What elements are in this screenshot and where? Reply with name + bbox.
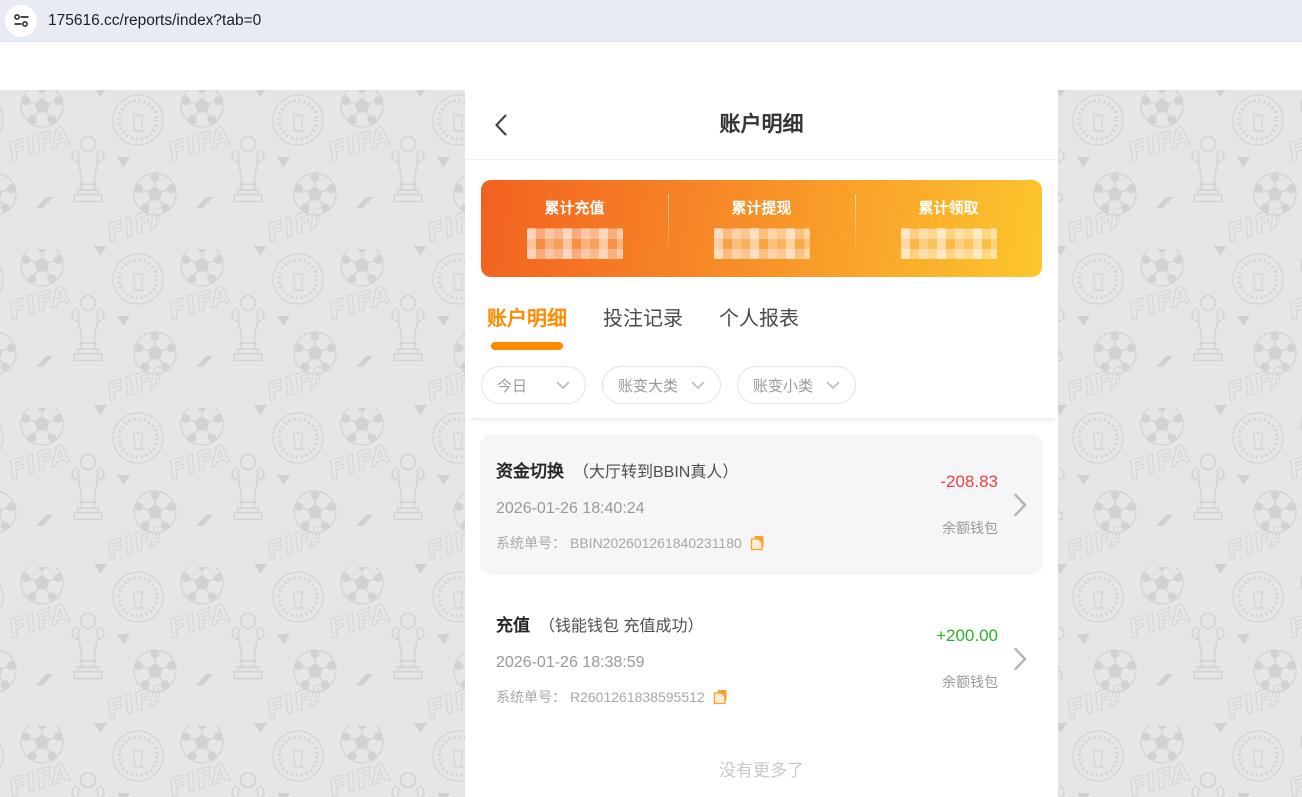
divider (855, 194, 856, 252)
tab-label: 个人报表 (719, 302, 799, 331)
transaction-datetime: 2026-01-26 18:40:24 (496, 500, 765, 518)
copy-icon (713, 689, 728, 705)
filter-label: 今日 (497, 375, 527, 396)
summary-label: 累计充值 (481, 197, 668, 218)
tune-icon (13, 13, 30, 28)
chevron-right-icon (1014, 647, 1027, 671)
chevron-right-icon (1014, 493, 1027, 517)
censored-value (901, 228, 997, 259)
page-title: 账户明细 (465, 90, 1058, 160)
transaction-wallet: 余额钱包 (942, 672, 998, 692)
summary-label: 累计领取 (855, 197, 1042, 218)
transaction-type: 充值 (496, 611, 530, 636)
transaction-info: 充值 （钱能钱包 充值成功） 2026-01-26 18:38:59 系统单号：… (496, 611, 728, 707)
chevron-down-icon (691, 381, 705, 390)
transaction-datetime: 2026-01-26 18:38:59 (496, 654, 728, 672)
transaction-row[interactable]: 资金切换 （大厅转到BBIN真人） 2026-01-26 18:40:24 系统… (480, 434, 1043, 575)
summary-total-withdraw: 累计提现 (668, 180, 855, 277)
page-background: FIFA (0, 90, 1302, 797)
chevron-down-icon (556, 381, 570, 390)
filter-minor-type-dropdown[interactable]: 账变小类 (737, 366, 856, 404)
tab-bar: 账户明细 投注记录 个人报表 (465, 277, 1058, 350)
active-tab-underline (491, 342, 563, 350)
summary-total-deposit: 累计充值 (481, 180, 668, 277)
tab-label: 投注记录 (603, 302, 683, 331)
chevron-left-icon (495, 114, 507, 136)
transaction-amount: -208.83 (940, 472, 998, 492)
summary-total-claim: 累计领取 (855, 180, 1042, 277)
transaction-wallet: 余额钱包 (942, 518, 998, 538)
no-more-text: 没有更多了 (480, 729, 1043, 791)
chevron-down-icon (826, 381, 840, 390)
tab-label: 账户明细 (487, 302, 567, 331)
censored-value (714, 228, 810, 259)
copy-button[interactable] (750, 535, 765, 551)
page-top-strip (0, 42, 1302, 90)
transaction-amount: +200.00 (936, 626, 998, 646)
url-text[interactable]: 175616.cc/reports/index?tab=0 (48, 12, 261, 30)
transaction-subtitle: （大厅转到BBIN真人） (573, 458, 738, 482)
tab-bet-records[interactable]: 投注记录 (603, 302, 683, 350)
summary-card: 累计充值 累计提现 累计领取 (481, 180, 1042, 277)
tab-account-detail[interactable]: 账户明细 (487, 302, 567, 350)
transaction-subtitle: （钱能钱包 充值成功） (539, 612, 703, 636)
order-number: R2601261838595512 (570, 689, 705, 705)
copy-icon (750, 535, 765, 551)
browser-address-bar[interactable]: 175616.cc/reports/index?tab=0 (0, 0, 1302, 42)
transaction-type: 资金切换 (496, 457, 564, 482)
censored-value (527, 228, 623, 259)
filter-major-type-dropdown[interactable]: 账变大类 (602, 366, 721, 404)
order-number-label: 系统单号： (496, 687, 566, 707)
tab-personal-report[interactable]: 个人报表 (719, 302, 799, 350)
site-settings-button[interactable] (5, 5, 37, 37)
tabs-filters-block: 账户明细 投注记录 个人报表 今日 (465, 277, 1058, 418)
transaction-row[interactable]: 充值 （钱能钱包 充值成功） 2026-01-26 18:38:59 系统单号：… (480, 588, 1043, 729)
filter-date-dropdown[interactable]: 今日 (481, 366, 586, 404)
copy-button[interactable] (713, 689, 728, 705)
order-number-label: 系统单号： (496, 533, 566, 553)
order-number: BBIN202601261840231180 (570, 535, 742, 551)
panel-header: 账户明细 (465, 90, 1058, 160)
back-button[interactable] (495, 114, 507, 141)
transaction-info: 资金切换 （大厅转到BBIN真人） 2026-01-26 18:40:24 系统… (496, 457, 765, 553)
transaction-list: 资金切换 （大厅转到BBIN真人） 2026-01-26 18:40:24 系统… (465, 418, 1058, 791)
filter-label: 账变小类 (753, 375, 813, 396)
divider (668, 194, 669, 252)
account-detail-panel: 账户明细 累计充值 累计提现 累计领取 账户明细 (465, 90, 1058, 797)
summary-label: 累计提现 (668, 197, 855, 218)
filter-label: 账变大类 (618, 375, 678, 396)
filter-bar: 今日 账变大类 账变小类 (465, 350, 1058, 418)
